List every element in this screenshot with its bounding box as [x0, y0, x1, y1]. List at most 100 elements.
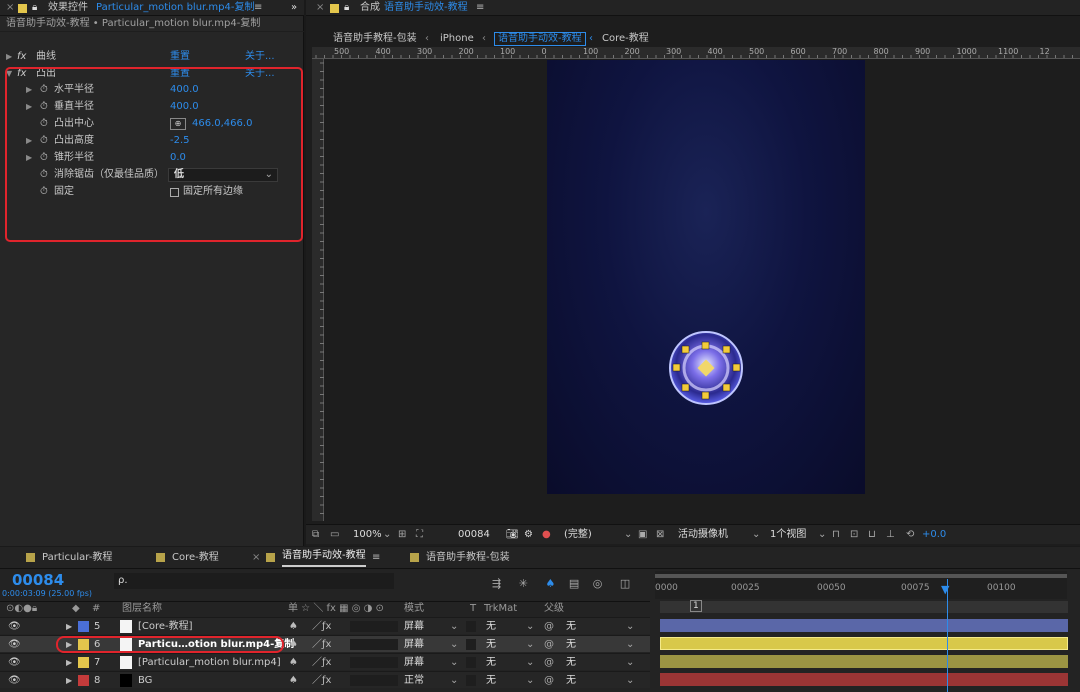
expand-triangle-icon[interactable]: ▶ — [66, 672, 72, 689]
pickwhip-icon[interactable]: @ — [544, 636, 554, 653]
transparency-grid-icon[interactable]: ⊠ — [656, 525, 664, 545]
visibility-eye-icon[interactable]: 👁︎ — [8, 618, 21, 635]
chevron-down-icon[interactable]: ⌄ — [624, 525, 632, 545]
switch-cells[interactable] — [350, 621, 398, 632]
shy-switch-icon[interactable]: ♠ — [289, 636, 298, 653]
blend-mode[interactable]: 正常 — [404, 672, 424, 689]
crumb-active[interactable]: 语音助手动效-教程 — [494, 32, 586, 46]
chevron-down-icon[interactable]: ⌄ — [626, 654, 634, 671]
chevron-down-icon[interactable]: ⌄ — [626, 672, 634, 689]
layer-search-input[interactable]: ρ. — [114, 573, 394, 589]
mask-visibility-icon[interactable]: ⛶ — [416, 525, 423, 545]
label-column-icon[interactable]: ◆ — [72, 602, 80, 616]
parent-value[interactable]: 无 — [566, 636, 576, 653]
layer-duration-bar[interactable] — [660, 673, 1068, 686]
comp-marker[interactable]: 1 — [690, 600, 702, 612]
grid-guides-icon[interactable]: ⊞ — [398, 525, 406, 545]
layer-name[interactable]: BG — [138, 672, 152, 689]
layer-row[interactable]: 👁︎ ▶ 5 [Core-教程] ♠ ／ƒx 屏幕 ⌄ 无 ⌄ @ 无 ⌄ — [0, 617, 650, 634]
chevron-down-icon[interactable]: ⌄ — [383, 525, 391, 545]
layer-label-color[interactable] — [78, 621, 89, 632]
fx-switch-icon[interactable]: ／ƒx — [312, 636, 331, 653]
layer-row[interactable]: 👁︎ ▶ 7 [Particular_motion blur.mp4] ♠ ／ƒx 屏幕 ⌄ 无… — [0, 653, 650, 670]
graph-editor-icon[interactable]: ◫ — [620, 577, 630, 590]
flowchart-icon[interactable]: ⊥ — [886, 525, 895, 545]
blend-mode[interactable]: 屏幕 — [404, 636, 424, 653]
close-tab-icon[interactable]: × — [252, 547, 260, 569]
frame-blending-icon[interactable]: ▤ — [569, 577, 579, 590]
toggle-pixel-aspect-icon[interactable]: ⊓ — [832, 525, 840, 545]
shy-switch-icon[interactable]: ♠ — [289, 654, 298, 671]
draft-3d-icon[interactable]: ✳ — [519, 577, 528, 590]
chevron-down-icon[interactable]: ⌄ — [450, 654, 458, 671]
lock-icon[interactable]: 🔒︎ — [32, 0, 37, 16]
camera-snapshot-icon[interactable]: 📷︎ — [506, 525, 519, 545]
zoom-value[interactable]: 100% — [353, 525, 382, 545]
chevron-down-icon[interactable]: ⌄ — [626, 636, 634, 653]
layer-duration-bar[interactable] — [660, 655, 1068, 668]
fx-icon[interactable]: fx — [17, 49, 26, 65]
blend-mode[interactable]: 屏幕 — [404, 618, 424, 635]
fx-switch-icon[interactable]: ／ƒx — [312, 654, 331, 671]
layer-label-color[interactable] — [78, 675, 89, 686]
expand-triangle-icon[interactable]: ▶ — [66, 618, 72, 635]
chevron-down-icon[interactable]: ⌄ — [450, 636, 458, 653]
effect-row-curves[interactable]: ▶ fx 曲线 重置 关于... — [0, 49, 304, 65]
crumb[interactable]: 语音助手教程-包装 — [333, 32, 417, 46]
switch-cells[interactable] — [350, 675, 398, 686]
lock-icon[interactable]: 🔒︎ — [344, 0, 349, 16]
preserve-transparency-box[interactable] — [466, 621, 476, 632]
switch-cells[interactable] — [350, 639, 398, 650]
visibility-eye-icon[interactable]: 👁︎ — [8, 672, 21, 689]
trkmat-value[interactable]: 无 — [486, 636, 496, 653]
composition-tab[interactable]: × 🔒︎ 合成 语音助手动效-教程 ≡ — [306, 0, 1080, 16]
panel-menu-icon[interactable]: ≡ — [476, 0, 484, 16]
fx-switch-icon[interactable]: ／ƒx — [312, 618, 331, 635]
chevron-down-icon[interactable]: ⌄ — [450, 672, 458, 689]
column-layer-name[interactable]: 图层名称 — [122, 602, 162, 616]
chevron-down-icon[interactable]: ⌄ — [450, 618, 458, 635]
preserve-transparency-box[interactable] — [466, 657, 476, 668]
reset-link[interactable]: 重置 — [170, 49, 190, 65]
layer-duration-bar[interactable] — [660, 619, 1068, 632]
visibility-eye-icon[interactable]: 👁︎ — [8, 654, 21, 671]
comp-viewer-canvas[interactable] — [547, 60, 865, 494]
shy-switch-icon[interactable]: ♠ — [289, 672, 298, 689]
about-link[interactable]: 关于... — [245, 49, 275, 65]
pickwhip-icon[interactable]: @ — [544, 672, 554, 689]
av-switches-icons[interactable]: ⊙◐●🔒︎ — [6, 602, 37, 616]
effect-controls-tab[interactable]: × 🔒︎ 效果控件 Particular_motion blur.mp4-复制 … — [0, 0, 304, 16]
parent-value[interactable]: 无 — [566, 654, 576, 671]
chevron-down-icon[interactable]: ⌄ — [526, 636, 534, 653]
layer-label-color[interactable] — [78, 657, 89, 668]
chevron-down-icon[interactable]: ⌄ — [526, 654, 534, 671]
visibility-eye-icon[interactable]: 👁︎ — [8, 636, 21, 653]
parent-value[interactable]: 无 — [566, 618, 576, 635]
always-preview-icon[interactable]: ⧉ — [312, 525, 319, 545]
tab-core[interactable]: Core-教程 — [172, 547, 219, 569]
parent-value[interactable]: 无 — [566, 672, 576, 689]
region-of-interest-icon[interactable]: ▣ — [638, 525, 647, 545]
layer-name[interactable]: [Particular_motion blur.mp4] — [138, 654, 281, 671]
shy-layers-icon[interactable]: ♠ — [545, 577, 555, 590]
resolution-dropdown[interactable]: (完整) — [564, 525, 592, 545]
views-dropdown[interactable]: 1个视图 — [770, 525, 806, 545]
trkmat-value[interactable]: 无 — [486, 672, 496, 689]
camera-dropdown[interactable]: 活动摄像机 — [678, 525, 728, 545]
tab-particular[interactable]: Particular-教程 — [42, 547, 112, 569]
exposure-value[interactable]: +0.0 — [922, 525, 946, 545]
motion-blur-icon[interactable]: ◎ — [593, 577, 603, 590]
panel-menu-icon[interactable]: ≡ — [372, 547, 380, 569]
switch-cells[interactable] — [350, 657, 398, 668]
chevron-down-icon[interactable]: ⌄ — [526, 618, 534, 635]
layer-duration-bar[interactable] — [660, 637, 1068, 650]
crumb[interactable]: Core-教程 — [602, 32, 649, 46]
trkmat-value[interactable]: 无 — [486, 618, 496, 635]
color-channel-icon[interactable]: ● — [542, 525, 551, 545]
close-tab-icon[interactable]: × — [6, 0, 14, 16]
close-tab-icon[interactable]: × — [316, 0, 324, 16]
tab-package[interactable]: 语音助手教程-包装 — [426, 547, 510, 569]
expand-triangle-icon[interactable]: ▶ — [66, 654, 72, 671]
chevron-down-icon[interactable]: ⌄ — [626, 618, 634, 635]
timeline-timecode[interactable]: 00084 — [12, 571, 64, 589]
